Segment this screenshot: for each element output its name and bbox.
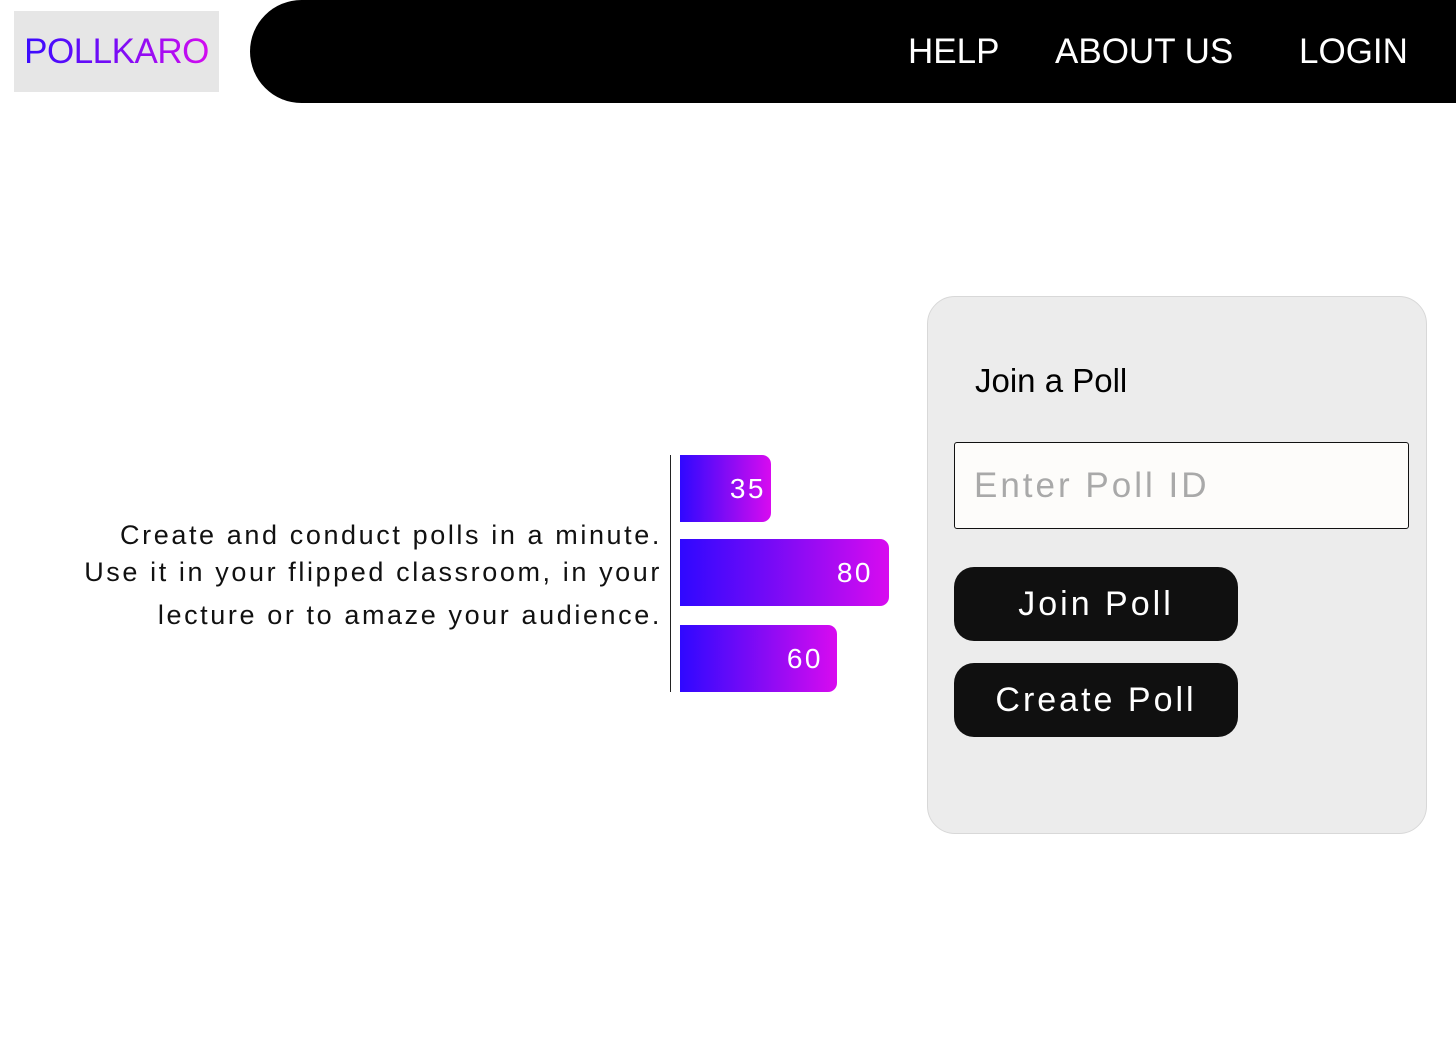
chart-bar: 60 — [680, 625, 837, 692]
nav-help-link[interactable]: HELP — [908, 0, 999, 103]
chart-bar-value-label: 35 — [729, 473, 766, 504]
top-navbar: HELP ABOUT US LOGIN — [250, 0, 1456, 103]
tagline-line-1: Create and conduct polls in a minute. — [120, 520, 662, 550]
chart-axis-line — [670, 455, 671, 692]
create-poll-button[interactable]: Create Poll — [954, 663, 1238, 737]
chart-bar: 35 — [680, 455, 771, 522]
chart-bar: 80 — [680, 539, 889, 606]
chart-bar-value-label: 80 — [836, 557, 873, 588]
join-poll-title: Join a Poll — [975, 362, 1128, 399]
hero-tagline: Create and conduct polls in a minute. Us… — [10, 516, 662, 640]
join-poll-button[interactable]: Join Poll — [954, 567, 1238, 641]
nav-login-link[interactable]: LOGIN — [1299, 0, 1408, 103]
chart-bar-value-label: 60 — [786, 643, 823, 674]
brand-name: POLLKARO — [24, 31, 209, 71]
join-poll-card: Join a Poll Join Poll Create Poll — [927, 296, 1427, 834]
poll-id-input[interactable] — [954, 442, 1409, 529]
nav-about-link[interactable]: ABOUT US — [1055, 0, 1233, 103]
tagline-line-2: Use it in your flipped classroom, in you… — [84, 557, 662, 587]
brand-logo[interactable]: POLLKARO — [14, 11, 219, 92]
tagline-line-3: lecture or to amaze your audience. — [157, 600, 662, 630]
